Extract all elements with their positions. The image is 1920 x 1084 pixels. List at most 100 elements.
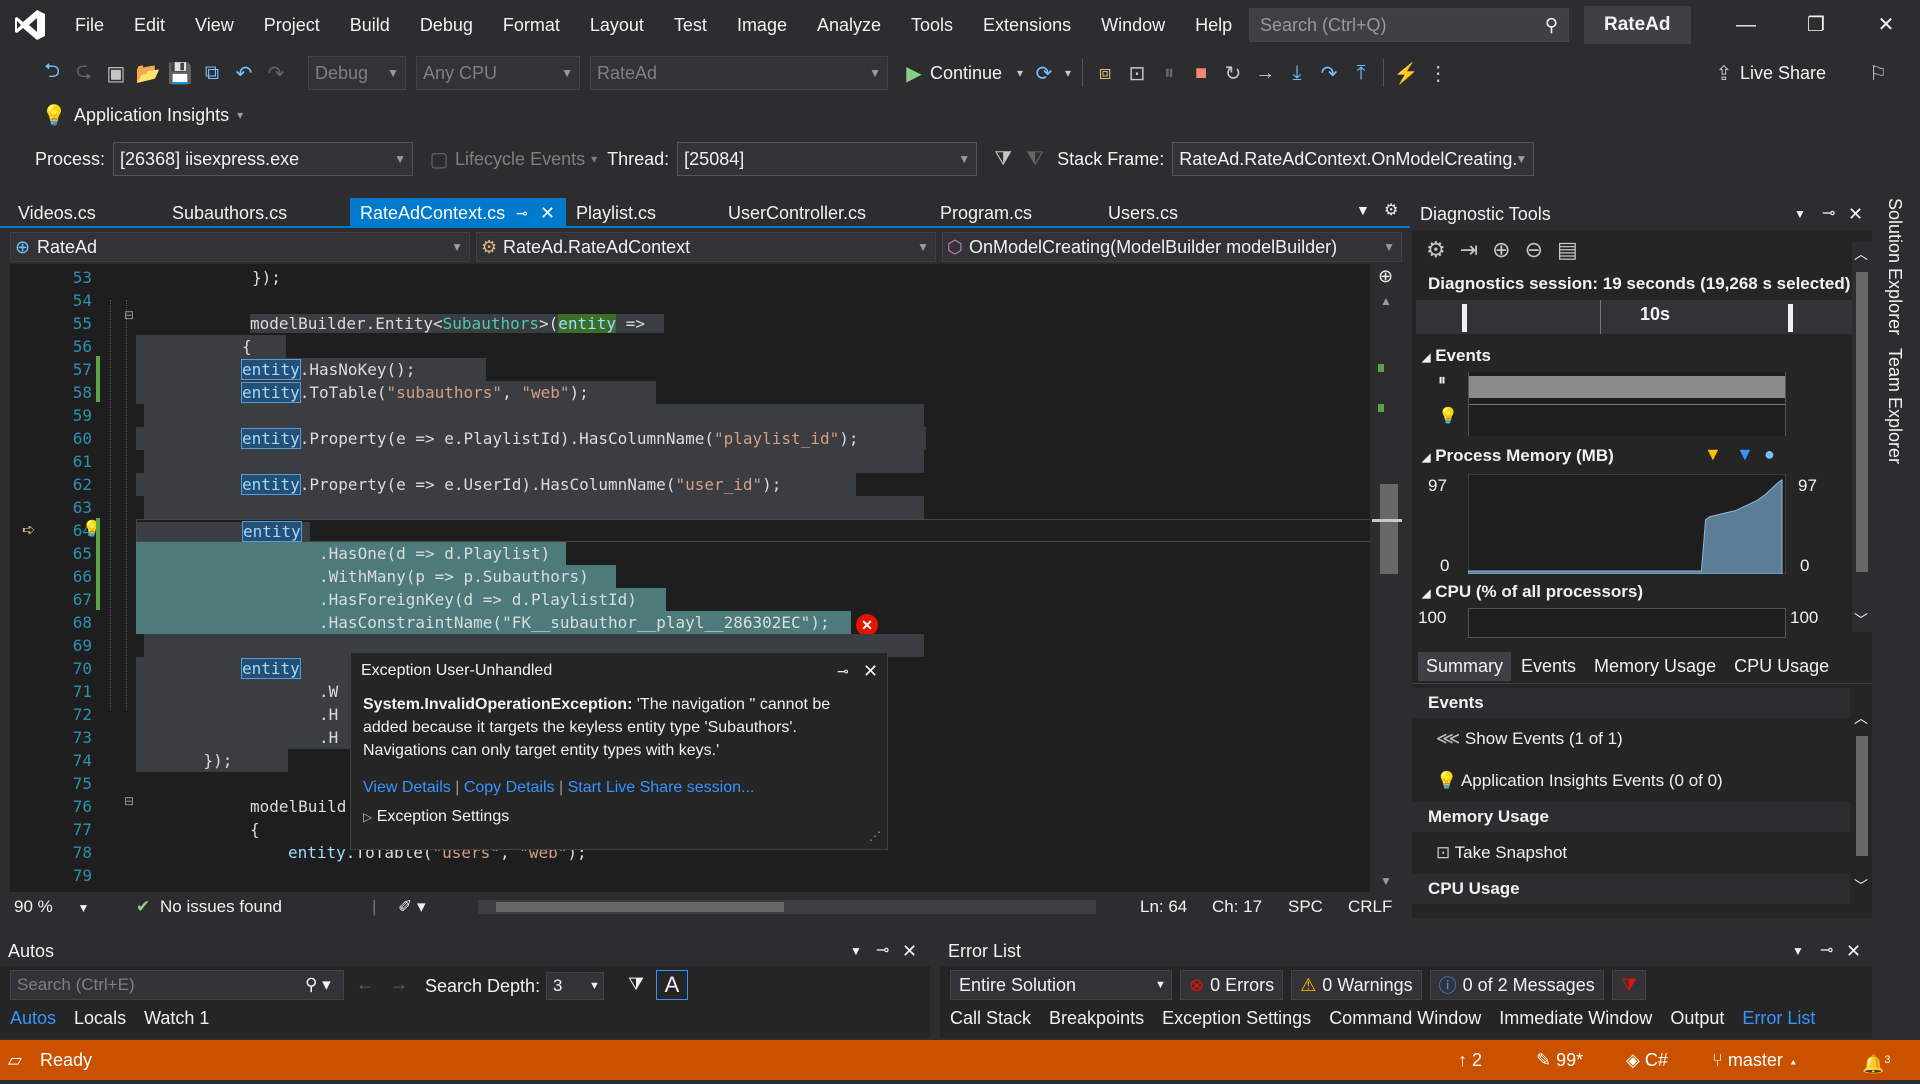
push-status[interactable]: ↑ 2 xyxy=(1458,1040,1482,1080)
share-icon[interactable]: ⇪ xyxy=(1708,56,1740,90)
take-snapshot-button[interactable]: ⊡ Take Snapshot xyxy=(1412,832,1850,874)
menu-debug[interactable]: Debug xyxy=(405,0,488,50)
memory-chart[interactable] xyxy=(1468,474,1786,574)
config-select[interactable]: Debug ▼ xyxy=(308,56,406,90)
scroll-up-icon[interactable]: ▲ xyxy=(1380,294,1392,308)
diag-upper-scrollbar[interactable]: ︿ ﹀ xyxy=(1852,242,1872,632)
tab-breakpoints[interactable]: Breakpoints xyxy=(1049,1008,1144,1029)
panel-menu-icon[interactable]: ▼ xyxy=(1792,936,1804,966)
toolbar-overflow-icon[interactable]: ⋮ xyxy=(1422,56,1454,90)
tab-videos[interactable]: Videos.cs xyxy=(8,198,168,228)
tab-program[interactable]: Program.cs xyxy=(930,198,1100,228)
redo-icon[interactable]: ↷ xyxy=(260,56,292,90)
close-panel-icon[interactable]: ✕ xyxy=(902,936,917,966)
forward-icon[interactable]: ⮎ xyxy=(68,56,100,90)
back-icon[interactable]: ⮌ xyxy=(36,56,68,90)
stop-icon[interactable]: ■ xyxy=(1185,56,1217,90)
startup-select[interactable]: RateAd ▼ xyxy=(590,56,888,90)
zoom-select[interactable]: 90 % ▼ xyxy=(14,892,89,923)
tab-usercontroller[interactable]: UserController.cs xyxy=(718,198,928,228)
tab-output[interactable]: Output xyxy=(1670,1008,1724,1029)
menu-build[interactable]: Build xyxy=(335,0,405,50)
timeline-ruler[interactable]: 10s xyxy=(1416,300,1856,334)
build-intellisense-filter-icon[interactable]: ⧩ xyxy=(1611,970,1646,1000)
show-next-statement-icon[interactable]: → xyxy=(1249,56,1281,90)
close-tab-icon[interactable]: ✕ xyxy=(540,198,555,228)
split-editor-icon[interactable]: ⊕ xyxy=(1378,266,1393,287)
tab-immediate-window[interactable]: Immediate Window xyxy=(1499,1008,1652,1029)
restart-icon[interactable]: ↻ xyxy=(1217,56,1249,90)
line-indicator[interactable]: Ln: 64 xyxy=(1140,892,1187,922)
scroll-down-icon[interactable]: ﹀ xyxy=(1854,610,1868,630)
resize-grip-icon[interactable]: ⋰ xyxy=(869,829,881,843)
branch-status[interactable]: ⑂ master ▴ xyxy=(1712,1040,1799,1080)
notifications-status[interactable]: 🔔3 xyxy=(1862,1040,1891,1084)
open-folder-icon[interactable]: 📂 xyxy=(132,56,164,90)
step-out-icon[interactable]: ⤒ xyxy=(1345,56,1377,90)
lifecycle-dropdown-icon[interactable]: ▾ xyxy=(591,152,597,166)
continue-dropdown-icon[interactable]: ▾ xyxy=(1012,56,1028,90)
clear-filter-icon[interactable]: ⧨ xyxy=(1019,142,1051,176)
panel-menu-icon[interactable]: ▼ xyxy=(1794,198,1806,230)
column-indicator[interactable]: Ch: 17 xyxy=(1212,892,1262,922)
search-input[interactable]: Search (Ctrl+Q) ⚲ xyxy=(1249,8,1569,42)
new-project-icon[interactable]: ▣ xyxy=(100,56,132,90)
close-panel-icon[interactable]: ✕ xyxy=(1848,198,1863,230)
horizontal-scroll-thumb[interactable] xyxy=(496,902,784,912)
scroll-down-icon[interactable]: ﹀ xyxy=(1854,876,1868,896)
menu-format[interactable]: Format xyxy=(488,0,575,50)
refresh-dropdown-icon[interactable]: ▾ xyxy=(1060,56,1076,90)
menu-image[interactable]: Image xyxy=(722,0,802,50)
platform-select[interactable]: Any CPU ▼ xyxy=(416,56,580,90)
tab-subauthors[interactable]: Subauthors.cs xyxy=(162,198,342,228)
team-explorer-tab[interactable]: Team Explorer xyxy=(1884,348,1905,464)
cpu-section-header[interactable]: ◢ CPU (% of all processors) xyxy=(1422,582,1643,602)
view-details-link[interactable]: View Details xyxy=(363,779,451,796)
menu-layout[interactable]: Layout xyxy=(575,0,659,50)
collapse-icon[interactable]: ⊟ xyxy=(124,308,134,322)
live-share-link[interactable]: Start Live Share session... xyxy=(568,779,755,796)
minimize-button[interactable]: — xyxy=(1716,0,1776,50)
zoom-in-icon[interactable]: ⊕ xyxy=(1492,237,1510,263)
export-icon[interactable]: ⇥ xyxy=(1460,237,1478,263)
pause-icon[interactable]: ⏸ xyxy=(1153,56,1185,90)
close-button[interactable]: ✕ xyxy=(1856,0,1916,50)
step-over-icon[interactable]: ↷ xyxy=(1313,56,1345,90)
tab-rateadcontext[interactable]: RateAdContext.cs ⊸ ✕ xyxy=(350,198,566,228)
pin-icon[interactable]: ⊸ xyxy=(1822,198,1835,230)
pin-icon[interactable]: ⊸ xyxy=(516,198,528,228)
changes-status[interactable]: ✎ 99* xyxy=(1536,1040,1583,1080)
whitespace-indicator[interactable]: SPC xyxy=(1288,892,1323,922)
diag-lower-scrollbar[interactable]: ︿ ﹀ xyxy=(1852,706,1872,896)
ai-events-item[interactable]: 💡 Application Insights Events (0 of 0) xyxy=(1412,760,1850,802)
menu-help[interactable]: Help xyxy=(1180,0,1247,50)
expand-icon[interactable]: ▷ xyxy=(363,810,372,824)
tab-call-stack[interactable]: Call Stack xyxy=(950,1008,1031,1029)
feedback-icon[interactable]: ⚐ xyxy=(1862,56,1894,90)
tab-cpu-usage[interactable]: CPU Usage xyxy=(1734,656,1829,677)
memory-section-header[interactable]: ◢ Process Memory (MB) xyxy=(1422,446,1614,466)
lifecycle-events-icon[interactable]: ▢ xyxy=(423,142,455,176)
back-icon[interactable]: ← xyxy=(356,974,374,995)
warnings-filter-button[interactable]: ⚠ 0 Warnings xyxy=(1291,970,1422,1000)
tab-summary[interactable]: Summary xyxy=(1418,652,1512,681)
error-scope-select[interactable]: Entire Solution ▼ xyxy=(950,970,1172,1000)
project-nav-select[interactable]: ⊕ RateAd ▼ xyxy=(10,232,470,262)
continue-button[interactable]: Continue xyxy=(930,63,1002,84)
scroll-down-icon[interactable]: ▼ xyxy=(1380,874,1392,888)
tab-memory-usage[interactable]: Memory Usage xyxy=(1594,656,1716,677)
menu-file[interactable]: File xyxy=(60,0,119,50)
events-section-header[interactable]: ◢ Events xyxy=(1422,346,1491,366)
tab-watch-1[interactable]: Watch 1 xyxy=(144,1008,209,1029)
close-panel-icon[interactable]: ✕ xyxy=(1846,936,1861,966)
menu-view[interactable]: View xyxy=(180,0,249,50)
filter-icon[interactable]: ⧩ xyxy=(628,974,644,995)
panel-menu-icon[interactable]: ▼ xyxy=(850,936,862,966)
horizontal-scrollbar[interactable] xyxy=(478,900,1096,914)
continue-icon[interactable]: ▶ xyxy=(898,56,930,90)
tab-locals[interactable]: Locals xyxy=(74,1008,126,1029)
editor-vertical-scrollbar[interactable]: ⊕ ▲ ▼ xyxy=(1370,264,1410,892)
type-nav-select[interactable]: ⚙ RateAd.RateAdContext ▼ xyxy=(476,232,936,262)
maximize-button[interactable]: ❐ xyxy=(1786,0,1846,50)
close-popup-icon[interactable]: ✕ xyxy=(863,653,878,689)
